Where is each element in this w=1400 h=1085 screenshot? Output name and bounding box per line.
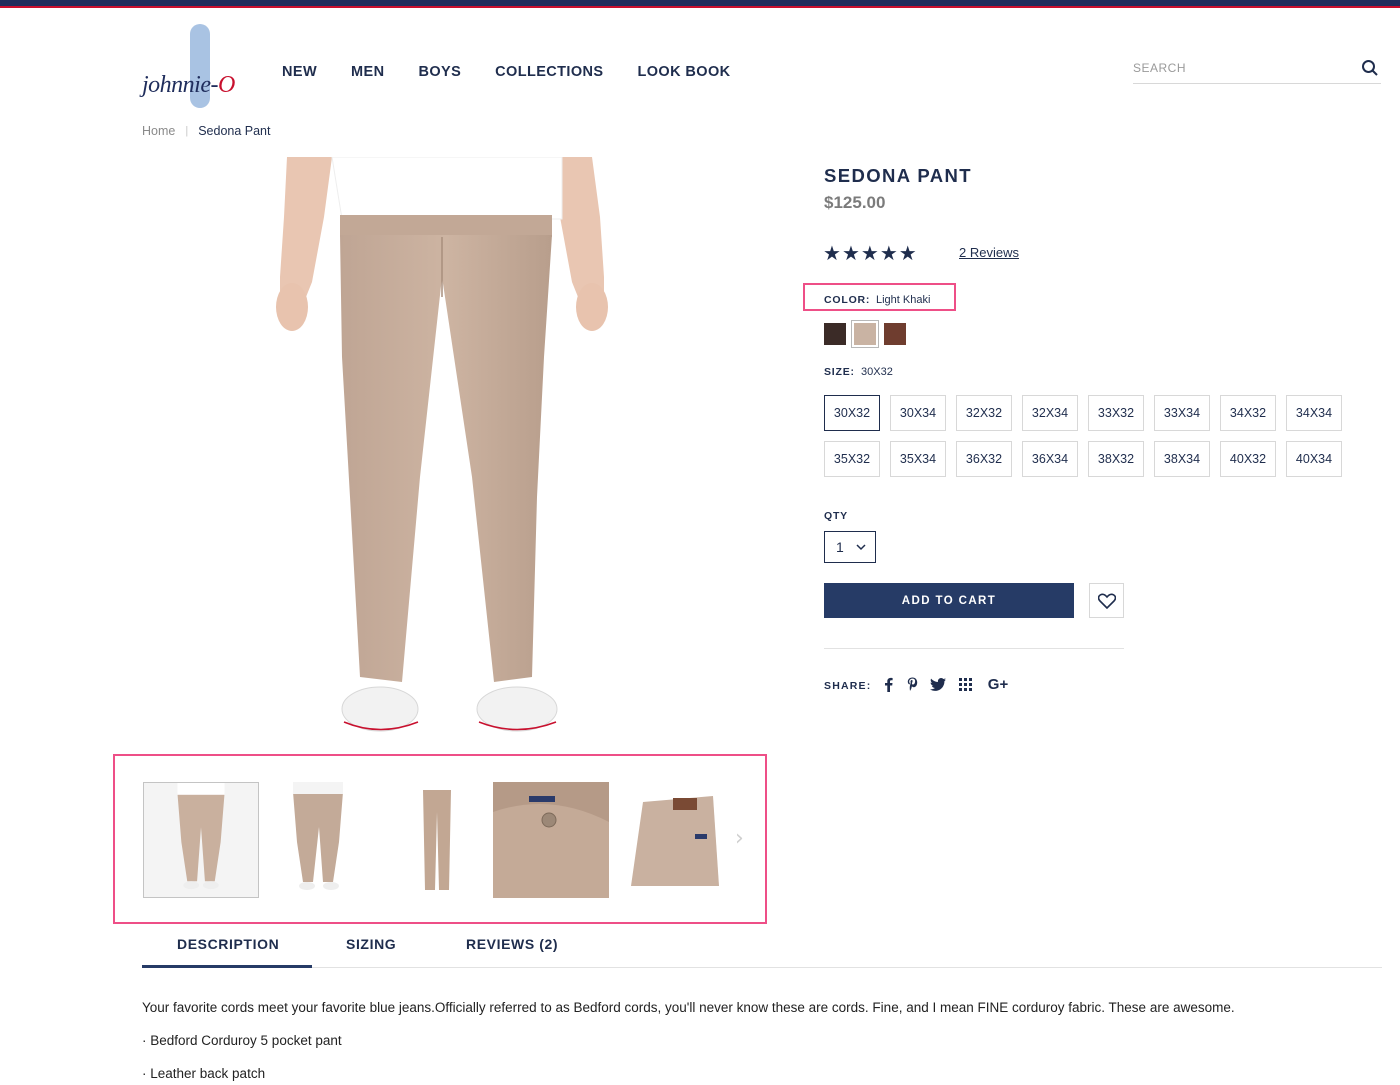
main-product-image[interactable] [232,157,652,747]
grid-share-icon[interactable] [958,675,972,693]
share-label: SHARE: [824,680,872,692]
thumbnail-carousel: ‹ › [113,754,767,924]
search-input[interactable] [1133,56,1343,80]
heart-icon [1097,593,1116,609]
size-option-36x32[interactable]: 36X32 [956,441,1012,477]
product-tabs: DESCRIPTION SIZING REVIEWS (2) [142,932,1382,968]
size-option-35x34[interactable]: 35X34 [890,441,946,477]
size-option-36x34[interactable]: 36X34 [1022,441,1078,477]
size-option-40x32[interactable]: 40X32 [1220,441,1276,477]
product-title: SEDONA PANT [824,165,972,186]
size-option-35x32[interactable]: 35X32 [824,441,880,477]
tab-description[interactable]: DESCRIPTION [177,936,279,952]
star-icon: ★ [823,241,841,265]
size-option-38x34[interactable]: 38X34 [1154,441,1210,477]
main-nav: NEW MEN BOYS COLLECTIONS LOOK BOOK [282,64,765,80]
star-icon: ★ [879,241,898,265]
thumbnail-detail-pocket[interactable] [493,782,609,898]
thumbnail-folded[interactable] [621,782,737,898]
carousel-next-arrow[interactable]: › [735,826,744,851]
size-option-34x34[interactable]: 34X34 [1286,395,1342,431]
search-icon[interactable] [1361,59,1379,77]
breadcrumb-current: Sedona Pant [198,124,271,138]
size-option-34x32[interactable]: 34X32 [1220,395,1276,431]
swatch-dark-brown[interactable] [824,323,846,345]
active-tab-indicator [142,965,312,968]
nav-collections[interactable]: COLLECTIONS [495,64,603,80]
description-bullet: · Bedford Corduroy 5 pocket pant [142,1033,342,1048]
wishlist-button[interactable] [1089,583,1124,618]
share-divider [824,648,1124,649]
product-description: Your favorite cords meet your favorite b… [142,1000,1235,1015]
reviews-link[interactable]: 2 Reviews [959,245,1019,260]
size-option-38x32[interactable]: 38X32 [1088,441,1144,477]
size-option-32x32[interactable]: 32X32 [956,395,1012,431]
nav-look-book[interactable]: LOOK BOOK [637,64,730,80]
star-icon: ★ [841,241,860,265]
search-bar [1133,56,1381,84]
size-option-33x34[interactable]: 33X34 [1154,395,1210,431]
qty-value: 1 [836,539,844,555]
add-to-cart-button[interactable]: ADD TO CART [824,583,1074,618]
size-option-33x32[interactable]: 33X32 [1088,395,1144,431]
breadcrumb-separator: | [185,125,189,137]
swatch-rust[interactable] [884,323,906,345]
breadcrumb-home[interactable]: Home [142,124,175,138]
color-value: Light Khaki [876,294,931,306]
nav-boys[interactable]: BOYS [418,64,461,80]
chevron-down-icon [856,544,866,551]
logo-text: johnnie- [142,72,218,98]
logo-text-accent: O [217,72,235,98]
size-option-40x34[interactable]: 40X34 [1286,441,1342,477]
thumbnail-flat-full[interactable] [377,782,493,898]
qty-select[interactable]: 1 [824,531,876,563]
tab-sizing[interactable]: SIZING [346,936,396,952]
size-option-32x34[interactable]: 32X34 [1022,395,1078,431]
size-option-30x32[interactable]: 30X32 [824,395,880,431]
star-icon: ★ [898,241,917,265]
color-label: COLOR: [824,294,871,306]
brand-logo[interactable]: johnnie-O [142,24,242,110]
tab-reviews[interactable]: REVIEWS (2) [466,936,558,952]
product-price: $125.00 [824,193,886,212]
description-bullet: · Leather back patch [142,1066,266,1081]
size-label: SIZE: [824,366,855,378]
size-option-30x34[interactable]: 30X34 [890,395,946,431]
nav-men[interactable]: MEN [351,64,384,80]
thumbnail-front-view-2[interactable] [261,782,377,898]
nav-new[interactable]: NEW [282,64,317,80]
size-value: 30X32 [861,366,893,378]
star-icon: ★ [860,241,879,265]
twitter-icon[interactable] [930,675,946,693]
thumbnail-front-view[interactable] [143,782,259,898]
facebook-icon[interactable] [884,675,894,693]
qty-label: QTY [824,510,848,522]
star-rating: ★ ★ ★ ★ ★ [823,242,917,264]
top-accent-bar [0,0,1400,8]
pinterest-icon[interactable] [906,675,918,693]
breadcrumb: Home | Sedona Pant [142,124,271,138]
swatch-light-khaki[interactable] [851,320,879,348]
description-text: Your favorite cords meet your favorite b… [142,1000,1235,1015]
google-plus-icon[interactable]: G+ [986,675,1010,693]
